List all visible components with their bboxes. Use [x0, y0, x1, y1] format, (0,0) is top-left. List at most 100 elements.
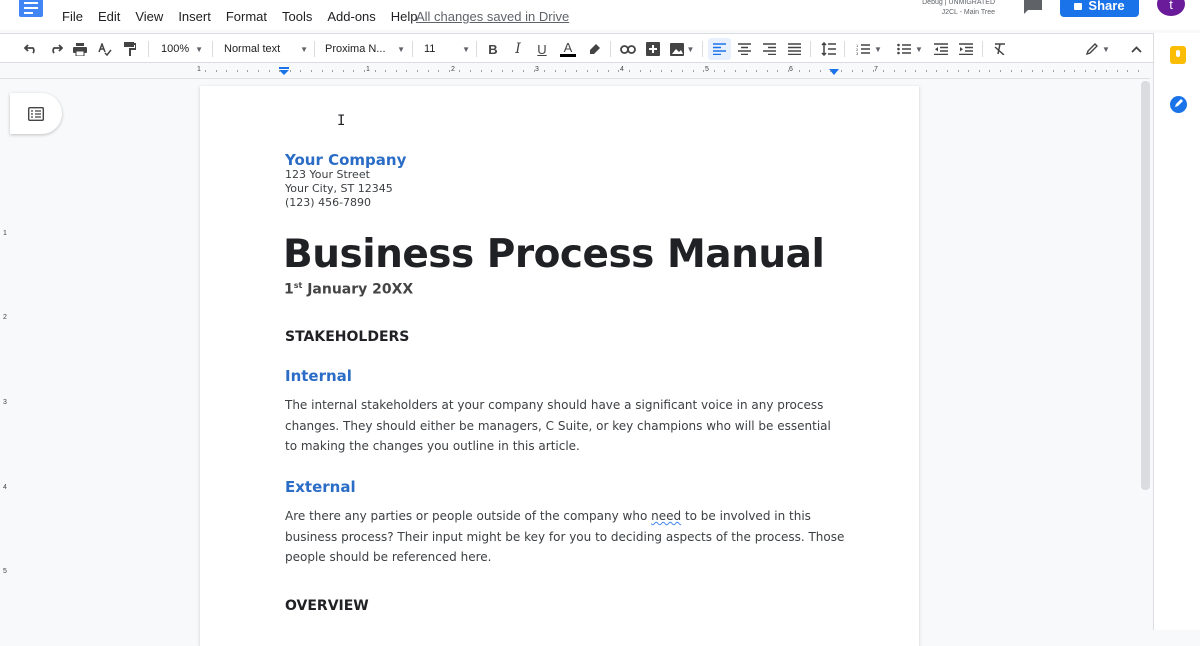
toolbar-divider — [476, 41, 477, 57]
document-page[interactable]: I Your Company 123 Your Street Your City… — [200, 86, 919, 646]
ruler-tick — [936, 70, 937, 72]
company-name[interactable]: Your Company — [285, 151, 406, 169]
menu-add-ons[interactable]: Add-ons — [327, 9, 375, 24]
ruler-tick — [428, 70, 429, 72]
heading-stakeholders[interactable]: STAKEHOLDERS — [285, 329, 409, 345]
ruler-tick — [608, 70, 609, 72]
ruler-tick — [247, 70, 248, 72]
highlight-icon[interactable] — [585, 38, 603, 60]
ruler-tick — [544, 70, 545, 72]
align-center-icon[interactable] — [735, 38, 753, 60]
ruler-tick — [353, 70, 354, 72]
bold-button[interactable]: B — [484, 38, 502, 60]
ruler-tick — [1074, 70, 1075, 72]
collapse-toolbar-icon[interactable] — [1127, 38, 1145, 60]
menu-insert[interactable]: Insert — [178, 9, 211, 24]
heading-internal[interactable]: Internal — [285, 367, 352, 385]
ruler-tick — [311, 70, 312, 72]
menu-edit[interactable]: Edit — [98, 9, 120, 24]
ruler-tick — [1053, 70, 1054, 72]
font-select[interactable]: Proxima N... ▼ — [325, 38, 405, 60]
ruler-tick — [290, 70, 291, 72]
toolbar: 100% ▼ Normal text ▼ Proxima N... ▼ 11 ▼ B I… — [0, 33, 1200, 63]
address-line[interactable]: 123 Your Street — [285, 168, 370, 181]
share-button[interactable]: Share — [1060, 0, 1139, 17]
ruler-tick — [534, 70, 535, 72]
spelling-suggestion[interactable]: need — [651, 509, 681, 523]
ruler-tick — [671, 70, 672, 72]
ruler-tick — [820, 70, 821, 72]
save-status-link[interactable]: All changes saved in Drive — [416, 9, 569, 24]
justify-icon[interactable] — [785, 38, 803, 60]
ruler-tick — [640, 70, 641, 72]
ruler-tick — [1138, 70, 1139, 72]
spellcheck-icon[interactable] — [96, 38, 114, 60]
ruler-tick — [809, 70, 810, 72]
ruler-tick — [216, 70, 217, 72]
ruler-tick — [364, 70, 365, 72]
bulleted-list-icon[interactable]: ▼ — [893, 38, 927, 60]
paint-format-icon[interactable] — [121, 38, 139, 60]
vertical-scrollbar[interactable] — [1141, 81, 1150, 490]
ruler-tick — [1117, 70, 1118, 72]
italic-button[interactable]: I — [509, 38, 527, 60]
ruler-number: 5 — [3, 568, 7, 575]
menu-view[interactable]: View — [135, 9, 163, 24]
menu-file[interactable]: File — [62, 9, 83, 24]
toolbar-divider — [314, 41, 315, 57]
paragraph-style-select[interactable]: Normal text ▼ — [224, 38, 308, 60]
address-line[interactable]: Your City, ST 12345 — [285, 182, 393, 195]
ruler-tick — [883, 70, 884, 72]
increase-indent-icon[interactable] — [957, 38, 975, 60]
heading-overview[interactable]: OVERVIEW — [285, 598, 369, 614]
document-date[interactable]: 1st January 20XX — [284, 281, 413, 298]
ruler-tick — [873, 70, 874, 72]
paragraph-external[interactable]: Are there any parties or people outside … — [285, 506, 845, 568]
link-icon[interactable] — [618, 38, 638, 60]
menu-help[interactable]: Help — [391, 9, 418, 24]
docs-logo-icon[interactable] — [19, 0, 43, 17]
numbered-list-icon[interactable]: 1 2 3 ▼ — [852, 38, 886, 60]
avatar[interactable]: t — [1157, 0, 1185, 16]
add-comment-icon[interactable] — [644, 38, 662, 60]
insert-image-icon[interactable]: ▼ — [668, 38, 696, 60]
horizontal-ruler[interactable]: 1 1 2 3 4 5 6 7 — [0, 64, 1150, 79]
print-icon[interactable] — [71, 38, 89, 60]
ruler-number: 4 — [620, 66, 624, 73]
address-line[interactable]: (123) 456-7890 — [285, 196, 371, 209]
ruler-tick — [565, 70, 566, 72]
clear-formatting-icon[interactable] — [990, 38, 1008, 60]
comments-icon[interactable] — [1022, 0, 1044, 14]
text-color-button[interactable]: A — [558, 38, 578, 60]
keep-icon[interactable] — [1170, 46, 1186, 64]
ruler-tick — [332, 70, 333, 72]
document-title[interactable]: Business Process Manual — [283, 232, 825, 277]
ruler-tick — [915, 70, 916, 72]
menu-format[interactable]: Format — [226, 9, 267, 24]
align-left-icon[interactable] — [708, 38, 731, 60]
toolbar-divider — [412, 41, 413, 57]
heading-external[interactable]: External — [285, 478, 356, 496]
tasks-icon[interactable] — [1170, 96, 1187, 113]
underline-button[interactable]: U — [533, 38, 551, 60]
debug-info: Debug | UNMIGRATED J2CL - Main Tree — [900, 0, 995, 18]
align-right-icon[interactable] — [760, 38, 778, 60]
undo-icon[interactable] — [22, 38, 40, 60]
redo-icon[interactable] — [47, 38, 65, 60]
paragraph-internal[interactable]: The internal stakeholders at your compan… — [285, 395, 845, 457]
ruler-tick — [449, 70, 450, 72]
document-outline-button[interactable] — [10, 93, 62, 134]
zoom-value: 100% — [160, 43, 190, 55]
left-indent-marker-icon[interactable] — [279, 67, 289, 75]
zoom-select[interactable]: 100% ▼ — [158, 38, 206, 60]
line-spacing-icon[interactable] — [818, 38, 838, 60]
menu-tools[interactable]: Tools — [282, 9, 312, 24]
editing-mode-icon[interactable]: ▼ — [1082, 38, 1114, 60]
paragraph-style-value: Normal text — [224, 43, 281, 55]
ruler-tick — [746, 70, 747, 72]
ruler-tick — [1095, 70, 1096, 72]
share-label: Share — [1088, 0, 1125, 13]
decrease-indent-icon[interactable] — [932, 38, 950, 60]
font-size-select[interactable]: 11 ▼ — [424, 38, 470, 60]
ruler-number: 6 — [789, 66, 793, 73]
